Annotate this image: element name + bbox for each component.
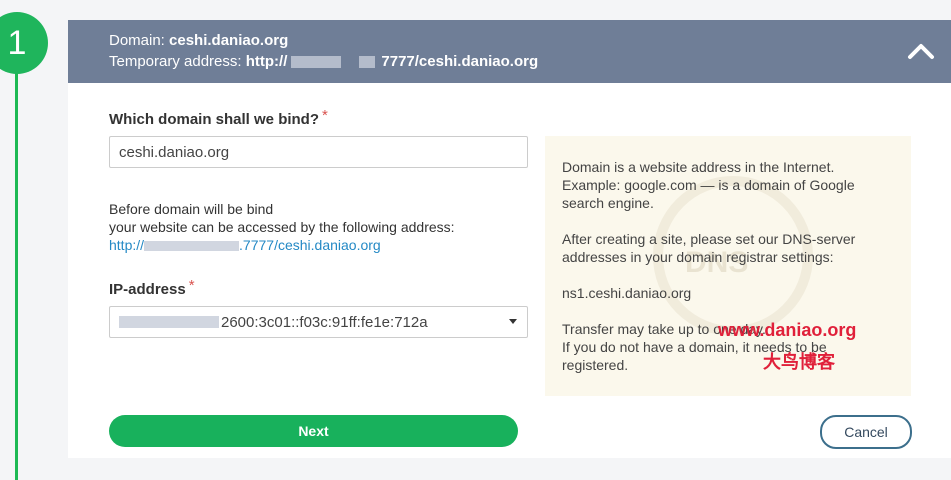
help-p1-line1: Domain is a website address in the Inter… — [562, 159, 835, 175]
help-paragraph-1: Domain is a website address in the Inter… — [562, 158, 855, 212]
help-p2-line2: addresses in your domain registrar setti… — [562, 249, 834, 265]
help-ns1: ns1.ceshi.daniao.org — [562, 284, 691, 302]
next-button[interactable]: Next — [109, 415, 518, 447]
help-p3-line3: registered. — [562, 357, 629, 373]
redacted-ip — [144, 241, 240, 252]
info-line-1: Before domain will be bind — [109, 201, 274, 217]
ip-address-select[interactable]: 2600:3c01::f03c:91ff:fe1e:712a — [109, 306, 528, 338]
ip-address-label: IP-address * — [109, 277, 195, 298]
ns1-address: ns1.ceshi.daniao.org — [562, 285, 692, 301]
help-panel: DNS Domain is a website address in the I… — [545, 136, 911, 396]
temp-address-info: Before domain will be bind your website … — [109, 200, 455, 254]
domain-input-value: ceshi.daniao.org — [119, 143, 230, 161]
required-asterisk: * — [322, 107, 328, 124]
header-domain-label: Domain: — [109, 32, 165, 49]
step-number-badge: 1 — [0, 12, 48, 74]
header-domain-value: ceshi.daniao.org — [169, 32, 289, 49]
help-paragraph-2: After creating a site, please set our DN… — [562, 230, 855, 266]
step-number: 1 — [7, 23, 27, 62]
chevron-up-icon[interactable] — [907, 40, 935, 62]
site-watermark: www.daniao.org — [718, 320, 857, 340]
dropdown-arrow-icon — [509, 319, 517, 324]
info-line-2: your website can be accessed by the foll… — [109, 219, 455, 235]
header-temp-suffix: 7777/ceshi.daniao.org — [381, 53, 539, 70]
header-temp-label: Temporary address: — [109, 53, 242, 70]
temp-address-link[interactable]: http:// .7777/ceshi.daniao.org — [109, 236, 455, 254]
card-header[interactable]: Domain: ceshi.daniao.org Temporary addre… — [68, 20, 951, 83]
ip-address-label-text: IP-address — [109, 281, 186, 298]
help-p2-line1: After creating a site, please set our DN… — [562, 231, 856, 247]
domain-question-text: Which domain shall we bind? — [109, 111, 320, 128]
step-progress-line — [15, 60, 18, 480]
domain-input[interactable]: ceshi.daniao.org — [109, 136, 528, 168]
domain-step-card: Domain: ceshi.daniao.org Temporary addre… — [68, 20, 951, 458]
temp-link-prefix: http:// — [109, 237, 145, 253]
cancel-button[interactable]: Cancel — [820, 415, 912, 449]
site-watermark-name: 大鸟博客 — [763, 352, 835, 372]
redacted-ip — [291, 56, 342, 69]
redacted-ip — [119, 316, 219, 328]
header-temp-prefix: http:// — [245, 53, 288, 70]
domain-question-label: Which domain shall we bind? * — [109, 107, 328, 128]
temp-link-suffix: .7777/ceshi.daniao.org — [239, 237, 381, 253]
help-p1-line2: Example: google.com — is a domain of Goo… — [562, 177, 855, 193]
help-p1-line3: search engine. — [562, 195, 654, 211]
header-temp-address-line: Temporary address: http:// 7777/ceshi.dan… — [109, 53, 538, 70]
ip-address-value: 2600:3c01::f03c:91ff:fe1e:712a — [221, 313, 428, 331]
cancel-button-label: Cancel — [844, 424, 888, 440]
next-button-label: Next — [298, 423, 329, 439]
header-domain-line: Domain: ceshi.daniao.org — [109, 32, 288, 49]
redacted-ip — [359, 56, 376, 69]
required-asterisk: * — [188, 277, 195, 294]
